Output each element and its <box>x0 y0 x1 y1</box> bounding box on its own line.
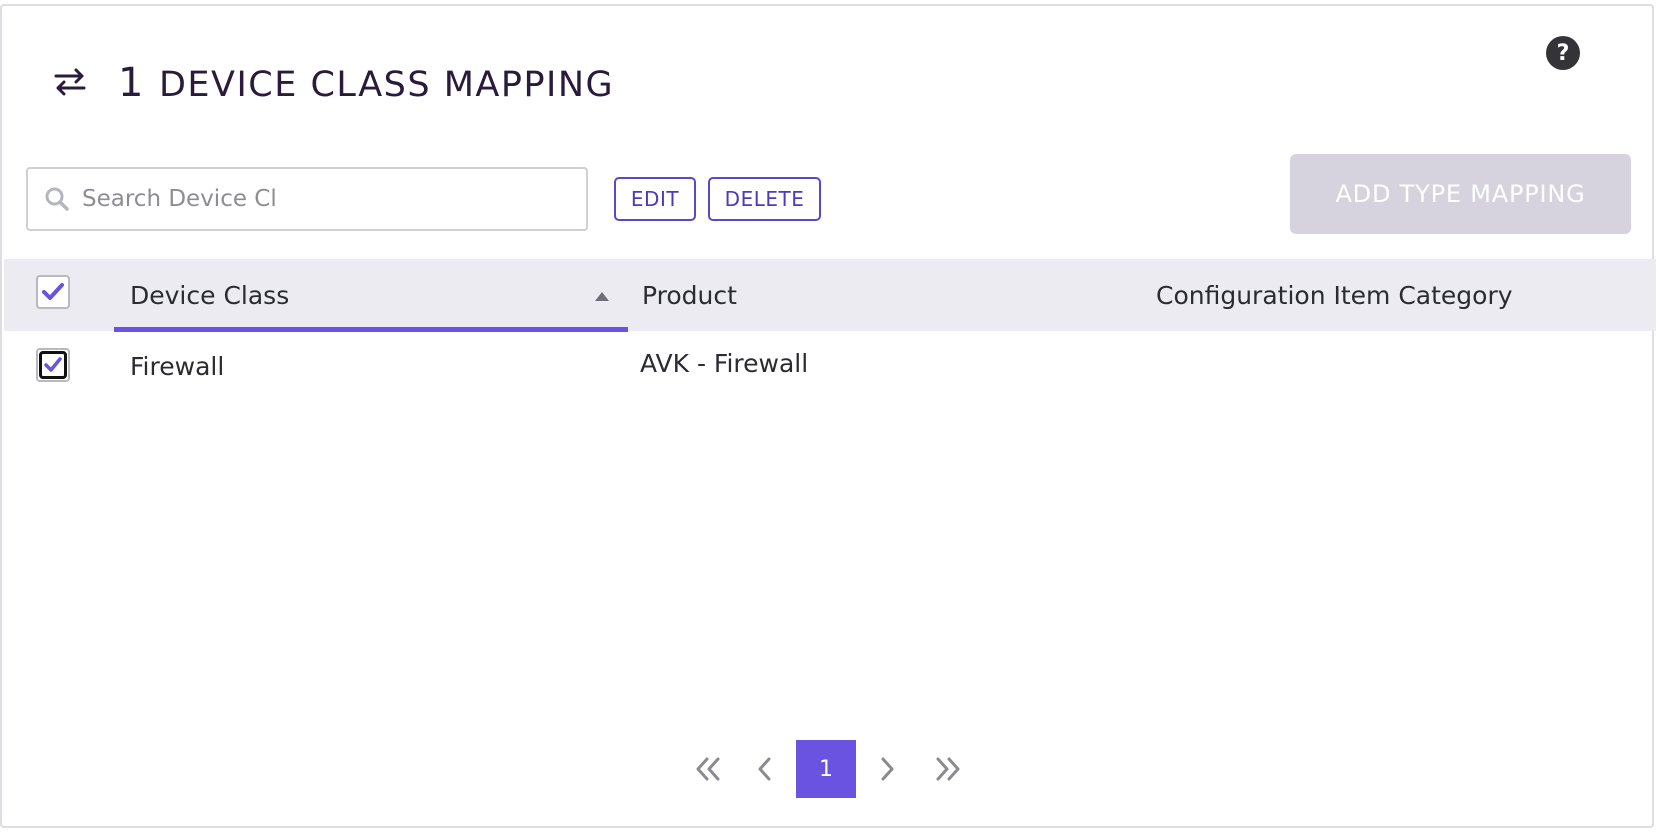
page-number-button[interactable]: 1 <box>796 740 856 798</box>
double-chevron-left-icon <box>696 757 720 781</box>
search-input[interactable] <box>82 186 562 212</box>
column-header-configuration-item-category[interactable]: Configuration Item Category <box>1156 259 1513 331</box>
mapping-count: 1 <box>118 60 145 106</box>
page-title: 1 DEVICE CLASS MAPPING <box>118 60 614 108</box>
search-icon <box>42 184 72 214</box>
swap-arrows-icon <box>50 62 90 102</box>
cell-device-class: Firewall <box>130 352 225 381</box>
row-checkbox[interactable] <box>36 348 70 382</box>
last-page-button[interactable] <box>928 740 968 798</box>
next-page-button[interactable] <box>872 740 902 798</box>
previous-page-button[interactable] <box>750 740 780 798</box>
column-header-product[interactable]: Product <box>642 259 737 331</box>
sort-indicator-underline <box>114 327 628 332</box>
double-chevron-right-icon <box>936 757 960 781</box>
page-title-label: DEVICE CLASS MAPPING <box>158 65 615 105</box>
add-type-mapping-button[interactable]: ADD TYPE MAPPING <box>1290 154 1631 234</box>
chevron-right-icon <box>881 757 894 781</box>
table-header: Device Class Product Configuration Item … <box>4 259 1656 332</box>
sort-ascending-icon[interactable] <box>594 287 610 301</box>
device-class-mapping-panel: 1 DEVICE CLASS MAPPING ? EDIT DELETE ADD… <box>0 4 1656 828</box>
select-all-checkbox[interactable] <box>36 275 70 309</box>
chevron-left-icon <box>758 757 771 781</box>
edit-button[interactable]: EDIT <box>614 177 696 221</box>
first-page-button[interactable] <box>688 740 728 798</box>
checkmark-icon <box>42 283 64 300</box>
search-box[interactable] <box>26 167 588 231</box>
help-icon[interactable]: ? <box>1546 36 1580 70</box>
column-header-device-class[interactable]: Device Class <box>130 259 630 331</box>
checkmark-icon <box>44 357 62 372</box>
delete-button[interactable]: DELETE <box>708 177 821 221</box>
row-checkbox-focus-ring <box>39 351 67 379</box>
cell-product: AVK - Firewall <box>640 349 809 378</box>
